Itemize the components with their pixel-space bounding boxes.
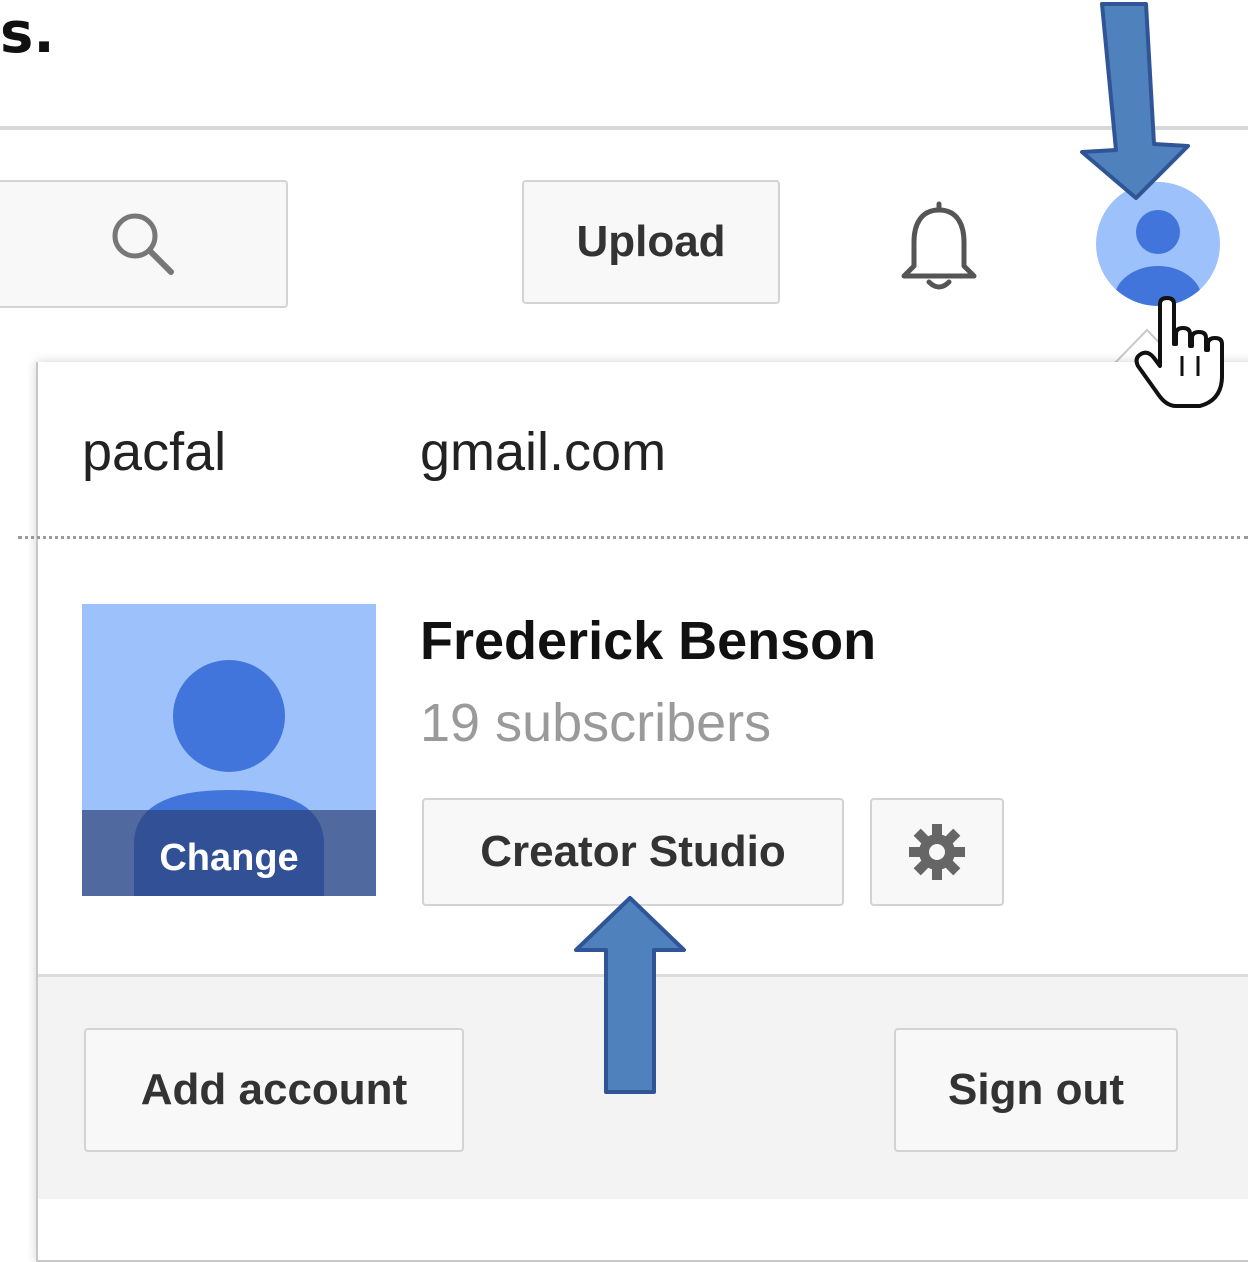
account-avatar-icon [1114,210,1202,306]
upload-button[interactable]: Upload [522,180,780,304]
subscriber-count: 19 subscribers [420,693,772,753]
change-photo-label[interactable]: Change [82,837,376,880]
settings-button[interactable] [870,798,1004,906]
profile-picture[interactable]: Change [82,604,376,896]
sign-out-button[interactable]: Sign out [894,1028,1178,1152]
add-account-button[interactable]: Add account [84,1028,464,1152]
annotation-arrow-down [1080,2,1190,200]
dotted-divider [18,536,1248,539]
account-email-user: pacfal [82,422,227,482]
account-email-domain: gmail.com [420,422,667,482]
creator-studio-button[interactable]: Creator Studio [422,798,844,906]
bell-icon[interactable] [896,196,982,296]
search-icon [112,213,174,275]
dropdown-top-cover [38,362,1248,368]
gear-icon [909,824,965,880]
hand-cursor-icon [1134,296,1224,408]
account-avatar-button[interactable] [1096,182,1220,306]
page-heading-fragment: s. [0,1,55,66]
channel-name: Frederick Benson [420,611,877,671]
search-button[interactable] [0,180,288,308]
annotation-arrow-up [574,896,686,1094]
